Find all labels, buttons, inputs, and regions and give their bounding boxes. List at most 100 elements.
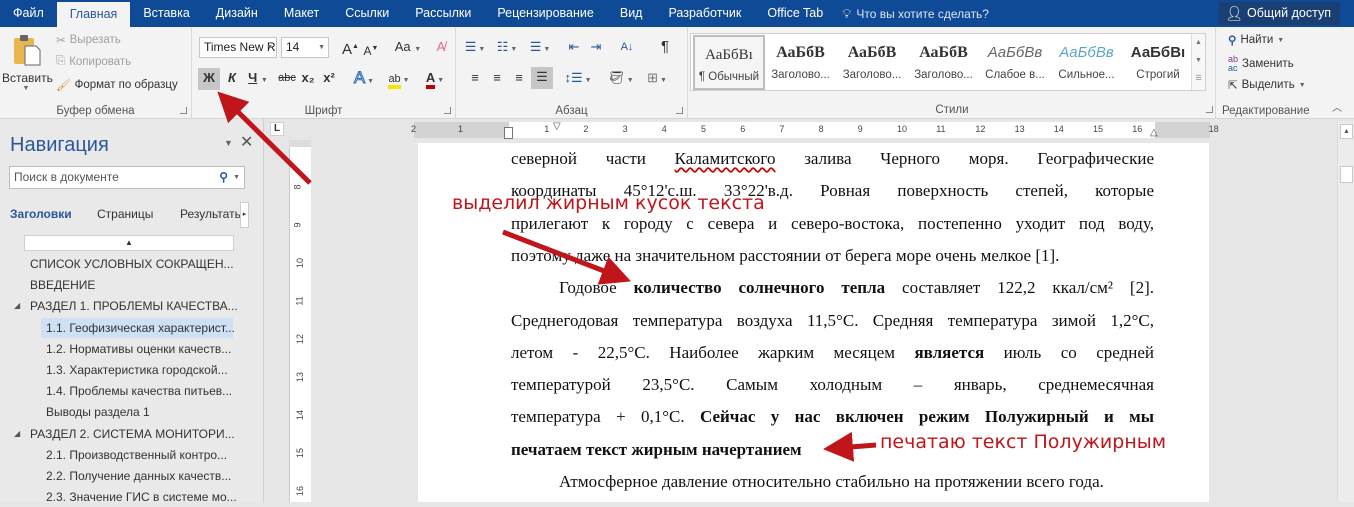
dialog-launcher-icon[interactable] — [180, 107, 187, 114]
gallery-scroll[interactable]: ▲ ▼ ☰ — [1191, 34, 1205, 90]
paste-button[interactable]: Вставить ▼ — [2, 31, 53, 99]
close-icon[interactable]: ✕ — [240, 132, 253, 152]
show-formatting-button[interactable]: ¶ — [656, 37, 674, 59]
subscript-button[interactable]: x₂ — [299, 68, 317, 90]
multilevel-list-button[interactable]: ☰ ▼ — [526, 37, 554, 59]
tab-3[interactable]: Дизайн — [203, 0, 271, 27]
font-color-button[interactable]: A ▼ — [420, 68, 450, 90]
align-center-icon: ≡ — [493, 70, 501, 85]
dialog-launcher-icon[interactable] — [444, 107, 451, 114]
nav-tab-pages[interactable]: Страницы — [97, 207, 153, 221]
find-button[interactable]: ⚲ Найти ▼ — [1228, 33, 1284, 47]
nav-tab-headings[interactable]: Заголовки — [10, 207, 72, 221]
nav-heading-item[interactable]: 2.1. Производственный контро... — [46, 445, 227, 465]
underline-button[interactable]: Ч ▼ — [245, 68, 271, 90]
tab-6[interactable]: Рассылки — [402, 0, 484, 27]
text-effects-button[interactable]: A ▼ — [350, 68, 378, 90]
dialog-launcher-icon[interactable] — [1206, 106, 1213, 113]
tab-9[interactable]: Разработчик — [655, 0, 754, 27]
tab-7[interactable]: Рецензирование — [484, 0, 607, 27]
subscript-icon: x₂ — [301, 70, 315, 85]
share-button[interactable]: 👤︎ Общий доступ — [1219, 2, 1340, 25]
vertical-ruler[interactable]: 8 9 10 11 12 13 14 15 16 — [289, 147, 311, 502]
clear-formatting-button[interactable]: A̸ — [432, 37, 450, 59]
tab-5[interactable]: Ссылки — [332, 0, 402, 27]
superscript-button[interactable]: x² — [320, 68, 338, 90]
expand-triangle-icon[interactable]: ◢ — [14, 424, 20, 444]
tab-4[interactable]: Макет — [271, 0, 332, 27]
nav-heading-item[interactable]: СПИСОК УСЛОВНЫХ СОКРАЩЕН... — [30, 254, 234, 274]
font-name-select[interactable]: Times New R ▼ — [199, 37, 277, 58]
bullets-button[interactable]: ☰ ▼ — [462, 37, 488, 59]
nav-heading-item[interactable]: 1.3. Характеристика городской... — [46, 360, 228, 380]
style-item[interactable]: АаБбВв Слабое в... — [979, 35, 1051, 90]
tab-10[interactable]: Office Tab — [754, 0, 836, 27]
document-search-input[interactable]: Поиск в документе ⚲ ▼ — [9, 166, 245, 189]
nav-heading-item[interactable]: Выводы раздела 1 — [46, 402, 150, 422]
borders-button[interactable]: ⊞ ▼ — [642, 68, 672, 90]
nav-tabs-scroll-right[interactable]: ▸ — [240, 202, 249, 228]
grow-font-button[interactable]: A▲ — [342, 37, 359, 59]
tell-me-placeholder: Что вы хотите сделать? — [856, 6, 989, 21]
bold-button[interactable]: Ж — [198, 68, 220, 90]
style-item[interactable]: АаБбВı ¶ Обычный — [693, 35, 765, 90]
replace-button[interactable]: ab ac Заменить — [1228, 55, 1294, 73]
align-center-button[interactable]: ≡ — [487, 68, 507, 90]
collapse-ribbon-icon[interactable]: ︿ — [1332, 99, 1342, 114]
decrease-indent-button[interactable]: ⇤ — [564, 37, 584, 59]
tab-1[interactable]: Главная — [56, 2, 131, 27]
justify-button[interactable]: ☰ — [531, 67, 553, 89]
copy-button[interactable]: ⎘ Копировать — [56, 55, 131, 68]
nav-heading-item[interactable]: 2.3. Значение ГИС в системе мо... — [46, 487, 237, 507]
nav-heading-item[interactable]: ВВЕДЕНИЕ — [30, 275, 95, 295]
shading-button[interactable]: 🪣︎ ▼ — [606, 68, 636, 90]
pane-options-icon[interactable]: ▼ — [224, 138, 233, 148]
increase-indent-button[interactable]: ⇥ — [586, 37, 606, 59]
align-right-button[interactable]: ≡ — [509, 68, 529, 90]
italic-button[interactable]: К — [224, 68, 240, 90]
numbering-button[interactable]: ☷ ▼ — [494, 37, 520, 59]
nav-heading-item[interactable]: 1.1. Геофизическая характерист... — [41, 317, 235, 338]
font-size-select[interactable]: 14 ▼ — [281, 37, 329, 58]
cut-button[interactable]: ✂ Вырезать — [56, 33, 121, 47]
nav-heading-item[interactable]: 2.2. Получение данных качеств... — [46, 466, 231, 486]
style-item[interactable]: АаБбВ Заголово... — [765, 35, 837, 90]
shrink-font-button[interactable]: A▼ — [363, 39, 379, 61]
replace-icon: ab ac — [1228, 54, 1239, 73]
align-left-button[interactable]: ≡ — [465, 68, 485, 90]
format-painter-button[interactable]: 🖌︎ Формат по образцу — [56, 78, 178, 92]
change-case-button[interactable]: Aa ▼ — [393, 37, 423, 59]
tab-selector[interactable]: L — [270, 122, 284, 136]
style-item[interactable]: АаБбВ Заголово... — [908, 35, 980, 90]
right-indent-marker[interactable]: △ — [1150, 127, 1158, 138]
scroll-up-button[interactable]: ▲ — [1340, 124, 1353, 139]
first-line-indent-marker[interactable]: ▽ — [553, 121, 561, 132]
horizontal-ruler[interactable]: ▽ △ 2 1 1 2 3 4 5 6 7 8 9 10 11 12 13 14 15 16 18 — [411, 121, 1219, 139]
nav-tab-results[interactable]: Результать — [180, 207, 240, 221]
sort-button[interactable]: А↓ — [616, 37, 638, 59]
nav-heading-item[interactable]: ◢ РАЗДЕЛ 1. ПРОБЛЕМЫ КАЧЕСТВА... — [14, 296, 238, 316]
nav-heading-item[interactable]: 1.2. Нормативы оценки качеств... — [46, 339, 231, 359]
nav-heading-item[interactable]: ◢ РАЗДЕЛ 2. СИСТЕМА МОНИТОРИ... — [14, 424, 235, 444]
tell-me-box[interactable]: 💡︎ Что вы хотите сделать? — [842, 0, 989, 27]
dialog-launcher-icon[interactable] — [676, 107, 683, 114]
tab-8[interactable]: Вид — [607, 0, 656, 27]
expand-triangle-icon[interactable]: ◢ — [14, 296, 20, 316]
line-spacing-button[interactable]: ↕☰ ▼ — [564, 68, 592, 90]
style-item[interactable]: АаБбВ Заголово... — [836, 35, 908, 90]
highlight-button[interactable]: ab ▼ — [384, 68, 414, 90]
left-indent-marker[interactable] — [504, 127, 513, 139]
nav-heading-text: 2.3. Значение ГИС в системе мо... — [46, 490, 237, 505]
style-item[interactable]: АаБбВı Строгий — [1122, 35, 1194, 90]
style-item[interactable]: АаБбВв Сильное... — [1051, 35, 1123, 90]
font-color-icon: A — [425, 70, 436, 89]
nav-heading-item[interactable]: 1.4. Проблемы качества питьев... — [46, 381, 232, 401]
collapse-headings-button[interactable]: ▲ — [24, 235, 234, 251]
strikethrough-button[interactable]: abc — [276, 68, 298, 90]
scroll-thumb[interactable] — [1340, 166, 1353, 183]
tab-0[interactable]: Файл — [0, 0, 57, 27]
tab-2[interactable]: Вставка — [130, 0, 202, 27]
ruler-number: 2 — [583, 124, 589, 134]
vertical-scrollbar[interactable]: ▲ — [1337, 122, 1354, 502]
select-button[interactable]: ⇱ Выделить ▼ — [1228, 78, 1306, 92]
